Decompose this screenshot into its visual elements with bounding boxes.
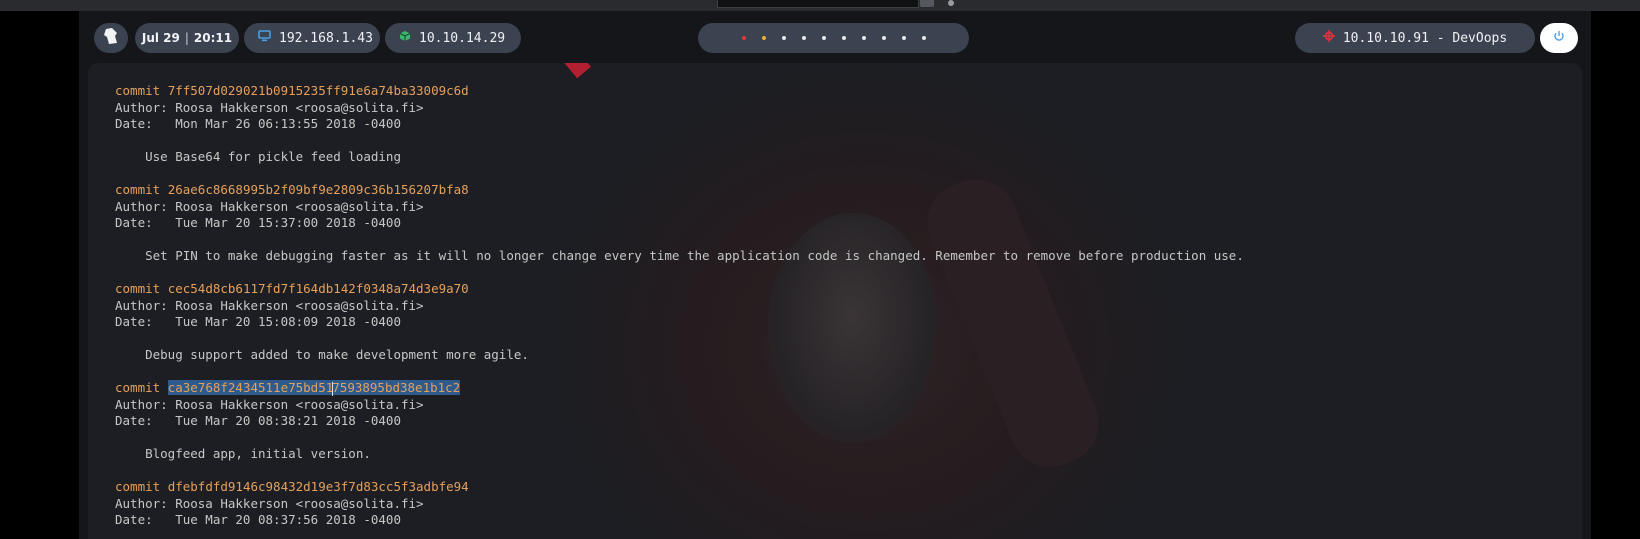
launcher-button[interactable] [94,23,128,53]
search-icon[interactable] [920,0,934,7]
monitor-icon [258,30,271,46]
commit-message: Use Base64 for pickle feed loading [115,149,401,164]
hash-part-before-cursor: ca3e768f2434511e75bd51 [167,380,334,395]
workspace-dot[interactable] [881,36,886,40]
workspace-dot[interactable] [901,36,906,40]
workspace-dot[interactable] [781,36,786,40]
workspace-dot[interactable] [921,36,926,40]
commit-line: commit 7ff507d029021b0915235ff91e6a74ba3… [115,83,1244,100]
desktop: Jul 29 | 20:11 192.168.1.43 10.10.14.29 … [79,11,1591,539]
clock-time: 20:11 [193,31,233,45]
commit-label: commit [115,380,161,395]
author-line: Author: Roosa Hakkerson <roosa@solita.fi… [115,99,424,115]
commit-line: commit ca3e768f2434511e75bd517593895bd38… [115,380,1244,397]
commit-message: Set PIN to make debugging faster as it w… [115,248,1244,263]
parrot-logo-icon [103,27,119,49]
top-status-bar: Jul 29 | 20:11 192.168.1.43 10.10.14.29 … [79,11,1591,63]
terminal-window[interactable]: commit 7ff507d029021b0915235ff91e6a74ba3… [88,63,1582,539]
crosshair-icon [1322,30,1335,46]
power-icon [1553,30,1565,46]
local-ip-text: 192.168.1.43 [279,30,373,46]
date-line: Date: Tue Mar 20 08:37:56 2018 -0400 [115,512,401,527]
date-line: Date: Tue Mar 20 15:37:00 2018 -0400 [115,215,401,230]
date-line: Date: Tue Mar 20 08:38:21 2018 -0400 [115,413,401,428]
clock-widget[interactable]: Jul 29 | 20:11 [135,23,239,53]
commit-label: commit [115,479,161,494]
date-line: Date: Tue Mar 20 15:08:09 2018 -0400 [115,314,401,329]
commit-message: Blogfeed app, initial version. [115,446,371,461]
workspace-dot[interactable] [841,36,846,40]
selected-commit-hash[interactable]: ca3e768f2434511e75bd517593895bd38e1b1c2 [167,380,461,396]
commit-hash[interactable]: 7ff507d029021b0915235ff91e6a74ba33009c6d [168,83,469,98]
workspace-switcher[interactable] [698,23,969,53]
author-line: Author: Roosa Hakkerson <roosa@solita.fi… [115,198,424,214]
clock-separator: | [184,31,189,45]
commit-line: commit 26ae6c8668995b2f09bf9e2809c36b156… [115,182,1244,199]
commit-hash[interactable]: cec54d8cb6117fd7f164db142f0348a74d3e9a70 [168,281,469,296]
workspace-dot[interactable] [801,36,806,40]
author-line: Author: Roosa Hakkerson <roosa@solita.fi… [115,495,424,511]
workspace-dot[interactable] [861,36,866,40]
commit-hash[interactable]: 26ae6c8668995b2f09bf9e2809c36b156207bfa8 [168,182,469,197]
author-line: Author: Roosa Hakkerson <roosa@solita.fi… [115,396,424,412]
vpn-ip-widget[interactable]: 10.10.14.29 [385,23,521,53]
vpn-ip-text: 10.10.14.29 [419,30,506,46]
git-log-output[interactable]: commit 7ff507d029021b0915235ff91e6a74ba3… [115,83,1244,529]
vpn-cube-icon [399,30,411,46]
workspace-dot[interactable] [761,36,766,40]
target-text: 10.10.10.91 - DevOops [1342,30,1508,46]
commit-message: Debug support added to make development … [115,347,529,362]
target-widget[interactable]: 10.10.10.91 - DevOops [1295,23,1535,53]
local-ip-widget[interactable]: 192.168.1.43 [244,23,380,53]
commit-line: commit cec54d8cb6117fd7f164db142f0348a74… [115,281,1244,298]
clock-date: Jul 29 [141,31,180,45]
commit-hash[interactable]: dfebfdfd9146c98432d19e3f7d83cc5f3adbfe94 [168,479,469,494]
workspace-dot[interactable] [741,36,746,40]
author-line: Author: Roosa Hakkerson <roosa@solita.fi… [115,297,424,313]
hash-part-after-cursor: 7593895bd38e1b1c2 [332,380,461,395]
commit-label: commit [115,182,161,197]
commit-label: commit [115,281,161,296]
date-line: Date: Mon Mar 26 06:13:55 2018 -0400 [115,116,401,131]
power-button[interactable] [1540,23,1578,53]
browser-search-input[interactable] [717,0,919,8]
microphone-icon[interactable] [948,0,954,6]
commit-line: commit dfebfdfd9146c98432d19e3f7d83cc5f3… [115,479,1244,496]
workspace-dot[interactable] [821,36,826,40]
commit-label: commit [115,83,161,98]
